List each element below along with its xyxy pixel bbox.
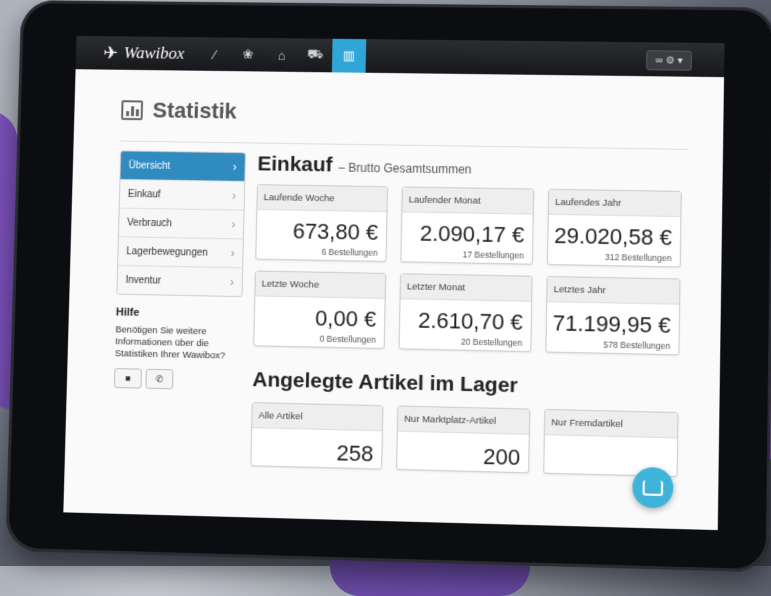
phone-call-button[interactable]: ✆: [145, 368, 174, 390]
card-value: 258: [336, 440, 374, 467]
card-label: Nur Marktplatz-Artikel: [397, 406, 530, 435]
page-title: Statistik: [121, 97, 237, 124]
statistics-chart-icon: [121, 100, 144, 121]
stat-card-fremdartikel: Nur Fremdartikel: [543, 408, 679, 478]
chat-bubble-icon: [642, 479, 664, 496]
card-value: 71.199,95 €: [552, 310, 671, 338]
sidebar-item-lagerbewegungen[interactable]: Lagerbewegungen ›: [118, 237, 243, 269]
truck-icon[interactable]: ⛟: [298, 38, 332, 72]
settings-dropdown-button[interactable]: ∞ ⚙ ▾: [646, 50, 692, 71]
sidebar-item-einkauf[interactable]: Einkauf ›: [119, 179, 245, 211]
stat-card-letzter-monat: Letzter Monat 2.610,70 € 20 Bestellungen: [398, 273, 533, 353]
phone-icon: ✆: [155, 373, 164, 384]
stat-card-letzte-woche: Letzte Woche 0,00 € 0 Bestellungen: [253, 270, 387, 350]
bird-logo-icon: ✈: [103, 42, 119, 63]
stat-card-laufendes-jahr: Laufendes Jahr 29.020,58 € 312 Bestellun…: [546, 188, 682, 268]
lager-heading: Angelegte Artikel im Lager: [252, 368, 695, 402]
main-panel: Einkauf – Brutto Gesamtsummen Laufende W…: [250, 152, 698, 478]
einkauf-subtitle: – Brutto Gesamtsummen: [338, 160, 472, 177]
card-label: Nur Fremdartikel: [544, 409, 678, 439]
gift-icon[interactable]: ❀: [231, 38, 265, 72]
brand-name: Wawibox: [123, 43, 185, 63]
video-camera-icon: ■: [125, 373, 131, 384]
einkauf-cards: Laufende Woche 673,80 € 6 Bestellungen L…: [253, 184, 698, 356]
card-subtext: 0 Bestellungen: [319, 333, 376, 345]
card-subtext: 20 Bestellungen: [460, 336, 523, 348]
chevron-right-icon: ›: [232, 159, 237, 174]
card-subtext: 578 Bestellungen: [603, 339, 671, 352]
video-call-button[interactable]: ■: [113, 368, 142, 389]
sidebar-item-inventur[interactable]: Inventur ›: [117, 265, 243, 297]
card-label: Laufende Woche: [257, 185, 387, 213]
card-label: Letzter Monat: [400, 274, 532, 302]
einkauf-heading: Einkauf – Brutto Gesamtsummen: [257, 152, 698, 183]
card-value: 673,80 €: [292, 218, 379, 245]
card-label: Laufender Monat: [402, 187, 534, 215]
card-subtext: 312 Bestellungen: [604, 251, 672, 264]
chevron-right-icon: ›: [229, 274, 235, 289]
card-label: Letztes Jahr: [547, 277, 680, 305]
tablet-frame: ✈ Wawibox ⁄ ❀ ⌂ ⛟ ▥ ∞ ⚙ ▾ Statistik Über…: [5, 0, 771, 573]
title-divider: [120, 140, 689, 150]
sidebar-menu: Übersicht › Einkauf › Verbrauch › Lagerbewe…: [116, 150, 246, 298]
card-subtext: 6 Bestellungen: [321, 246, 378, 258]
einkauf-title: Einkauf: [257, 152, 333, 177]
card-value: 2.610,70 €: [417, 307, 523, 335]
card-label: Letzte Woche: [255, 271, 386, 299]
stat-card-marktplatz-artikel: Nur Marktplatz-Artikel 200: [396, 405, 531, 474]
help-text: Benötigen Sie weitere Informationen über…: [114, 324, 226, 362]
card-value: 0,00 €: [314, 305, 377, 332]
sidebar: Übersicht › Einkauf › Verbrauch › Lagerbewe…: [113, 150, 246, 391]
help-buttons: ■ ✆: [113, 368, 241, 391]
chevron-right-icon: ›: [231, 188, 237, 203]
sidebar-item-verbrauch[interactable]: Verbrauch ›: [118, 208, 244, 240]
help-title: Hilfe: [115, 306, 140, 319]
inbox-icon[interactable]: ⌂: [264, 38, 298, 72]
lager-title: Angelegte Artikel im Lager: [252, 368, 519, 398]
chart-icon[interactable]: ▥: [331, 38, 367, 73]
app-screen: ✈ Wawibox ⁄ ❀ ⌂ ⛟ ▥ ∞ ⚙ ▾ Statistik Über…: [63, 35, 725, 531]
page-content: Statistik Übersicht › Einkauf › Verbrauch ›…: [101, 70, 700, 530]
page-title-text: Statistik: [152, 97, 237, 124]
stat-card-letztes-jahr: Letztes Jahr 71.199,95 € 578 Bestellunge…: [545, 275, 681, 356]
stat-card-alle-artikel: Alle Artikel 258: [250, 402, 384, 470]
chevron-right-icon: ›: [231, 217, 236, 232]
stat-card-laufende-woche: Laufende Woche 673,80 € 6 Bestellungen: [255, 184, 388, 262]
card-value: 29.020,58 €: [554, 222, 673, 251]
card-label: Alle Artikel: [252, 403, 383, 432]
sidebar-item-uebersicht[interactable]: Übersicht ›: [120, 151, 245, 182]
card-label: Laufendes Jahr: [548, 189, 681, 218]
wand-icon[interactable]: ⁄: [198, 37, 232, 71]
stat-card-laufender-monat: Laufender Monat 2.090,17 € 17 Bestellung…: [400, 186, 535, 265]
card-subtext: 17 Bestellungen: [462, 249, 524, 261]
card-value: 2.090,17 €: [419, 220, 525, 248]
chevron-right-icon: ›: [230, 246, 235, 261]
card-value: [545, 445, 677, 448]
card-value: 200: [482, 443, 521, 471]
nav-icons: ⁄ ❀ ⌂ ⛟ ▥: [198, 37, 367, 73]
lager-cards: Alle Artikel 258 Nur Marktplatz-Artikel …: [250, 402, 694, 478]
brand-logo[interactable]: ✈ Wawibox: [103, 43, 184, 65]
